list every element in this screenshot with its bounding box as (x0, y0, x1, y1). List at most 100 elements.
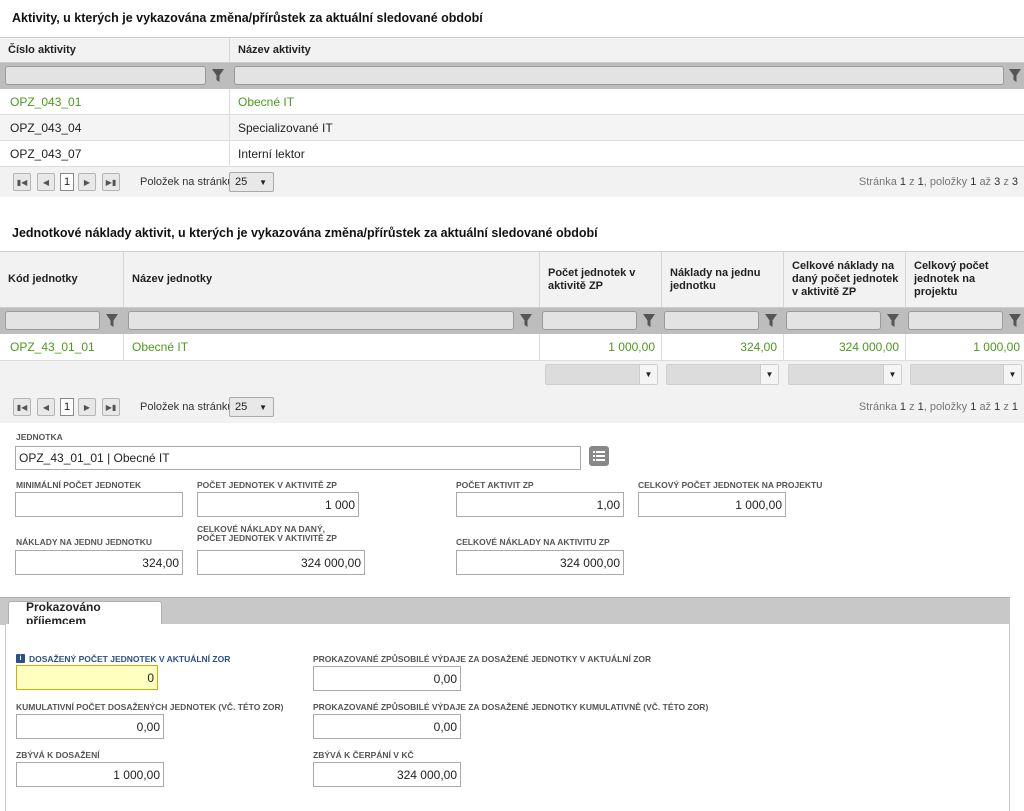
filter-unit-cost[interactable] (664, 311, 759, 330)
activity-name: Interní lektor (238, 146, 305, 161)
activity-code: OPZ_043_04 (0, 115, 230, 140)
filter-activity-name[interactable] (234, 66, 1004, 85)
filter-icon[interactable] (211, 68, 225, 84)
col-unit-code[interactable]: Kód jednotky (0, 252, 124, 307)
units-header: Kód jednotky Název jednotky Počet jednot… (0, 251, 1024, 308)
next-page-icon[interactable]: ▶ (78, 398, 96, 416)
unit-total-cost: 324 000,00 (784, 334, 906, 360)
filter-icon[interactable] (105, 313, 119, 329)
first-page-icon[interactable]: ▮◀ (13, 398, 31, 416)
activities-pager: ▮◀ ◀ 1 ▶ ▶▮ Položek na stránku 25 ▼ Strán… (0, 167, 1024, 197)
filter-icon[interactable] (1008, 68, 1022, 84)
proven-cumulative-field[interactable]: 0,00 (313, 714, 461, 739)
activity-code: OPZ_043_01 (0, 89, 230, 114)
count-in-activity-field[interactable]: 1 000 (197, 492, 359, 517)
table-row[interactable]: OPZ_043_07 Interní lektor (0, 141, 1024, 167)
filter-unit-code[interactable] (5, 311, 100, 330)
prev-page-icon[interactable]: ◀ (37, 398, 55, 416)
summary-total-select[interactable]: ▼ (788, 364, 902, 385)
col-unit-name[interactable]: Název jednotky (124, 252, 540, 307)
filter-unit-count[interactable] (542, 311, 637, 330)
prev-page-icon[interactable]: ◀ (37, 173, 55, 191)
tab-prokazovano[interactable]: Prokazováno příjemcem (8, 600, 162, 628)
remaining-label: Zbývá k dosažení (16, 750, 100, 760)
unit-code: OPZ_43_01_01 (0, 334, 124, 360)
col-activity-number[interactable]: Číslo aktivity (0, 38, 230, 62)
per-page-label: Položek na stránku (140, 401, 234, 413)
filter-activity-number[interactable] (5, 66, 206, 85)
proven-field[interactable]: 0,00 (313, 666, 461, 691)
col-unit-cost[interactable]: Náklady na jednu jednotku (662, 252, 784, 307)
table-row[interactable]: OPZ_043_04 Specializované IT (0, 115, 1024, 141)
filter-icon[interactable] (1008, 313, 1022, 329)
next-page-icon[interactable]: ▶ (78, 173, 96, 191)
units-filter-row (0, 308, 1024, 334)
last-page-icon[interactable]: ▶▮ (102, 173, 120, 191)
table-row[interactable]: OPZ_43_01_01 Obecné IT 1 000,00 324,00 3… (0, 334, 1024, 361)
achieved-field[interactable]: 0 (16, 665, 158, 690)
unit-count: 1 000,00 (540, 334, 662, 360)
unit-cost-field[interactable]: 324,00 (15, 550, 183, 575)
per-page-label: Položek na stránku (140, 176, 234, 188)
activity-cost-label: Celkové náklady na aktivitu ZP (456, 537, 610, 547)
unit-label: Jednotka (16, 432, 63, 442)
chevron-down-icon: ▼ (1003, 365, 1021, 384)
info-icon[interactable]: i (16, 654, 25, 663)
activity-count-field[interactable]: 1,00 (456, 492, 624, 517)
remaining-field[interactable]: 1 000,00 (16, 762, 164, 787)
total-cost-field[interactable]: 324 000,00 (197, 550, 365, 575)
achieved-label: Dosažený počet jednotek v aktuální ZOR (29, 654, 231, 664)
proven-cumulative-label: Prokazované způsobilé výdaje za dosažené… (313, 702, 709, 712)
current-page[interactable]: 1 (60, 173, 74, 191)
project-total-field[interactable]: 1 000,00 (638, 492, 786, 517)
unit-cost: 324,00 (662, 334, 784, 360)
col-unit-count[interactable]: Počet jednotek v aktivitě ZP (540, 252, 662, 307)
pager-info: Stránka 1 z 1, položky 1 až 3 z 3 (858, 176, 1018, 188)
activities-title: Aktivity, u kterých je vykazována změna/… (12, 11, 483, 25)
table-row[interactable]: OPZ_043_01 Obecné IT (0, 89, 1024, 115)
activity-name: Specializované IT (238, 120, 333, 135)
activities-filter-row (0, 63, 1024, 89)
summary-count-select[interactable]: ▼ (545, 364, 658, 385)
filter-icon[interactable] (886, 313, 900, 329)
units-summary-row: ▼ ▼ ▼ ▼ (0, 361, 1024, 391)
summary-cost-select[interactable]: ▼ (666, 364, 779, 385)
filter-icon[interactable] (764, 313, 778, 329)
filter-icon[interactable] (642, 313, 656, 329)
filter-project-total[interactable] (908, 311, 1003, 330)
remaining-draw-field[interactable]: 324 000,00 (313, 762, 461, 787)
first-page-icon[interactable]: ▮◀ (13, 173, 31, 191)
chevron-down-icon: ▼ (760, 365, 778, 384)
unit-cost-label: Náklady na jednu jednotku (16, 537, 153, 547)
activity-name: Obecné IT (238, 94, 295, 109)
activity-cost-field[interactable]: 324 000,00 (456, 550, 624, 575)
unit-field[interactable]: OPZ_43_01_01 | Obecné IT (15, 446, 581, 470)
proven-label: Prokazované způsobilé výdaje za dosažené… (313, 654, 652, 664)
filter-total-cost[interactable] (786, 311, 881, 330)
units-title: Jednotkové náklady aktivit, u kterých je… (12, 226, 598, 240)
per-page-select[interactable]: 25 ▼ (229, 172, 274, 192)
summary-project-select[interactable]: ▼ (910, 364, 1022, 385)
filter-unit-name[interactable] (128, 311, 514, 330)
current-page[interactable]: 1 (60, 398, 74, 416)
chevron-down-icon: ▼ (259, 178, 267, 187)
min-count-label: Minimální počet jednotek (16, 480, 142, 490)
per-page-select[interactable]: 25 ▼ (229, 397, 274, 417)
cumulative-field[interactable]: 0,00 (16, 714, 164, 739)
col-project-total[interactable]: Celkový počet jednotek na projektu (906, 252, 1024, 307)
unit-name: Obecné IT (124, 334, 540, 360)
unit-project-total: 1 000,00 (973, 340, 1020, 354)
pager-info: Stránka 1 z 1, položky 1 až 1 z 1 (858, 401, 1018, 413)
activities-header: Číslo aktivity Název aktivity (0, 37, 1024, 63)
total-cost-label-2: počet jednotek v aktivitě ZP (197, 533, 337, 543)
col-activity-name[interactable]: Název aktivity (230, 38, 1024, 62)
list-icon[interactable] (589, 446, 609, 466)
chevron-down-icon: ▼ (639, 365, 657, 384)
units-pager: ▮◀ ◀ 1 ▶ ▶▮ Položek na stránku 25 ▼ Strán… (0, 391, 1024, 423)
filter-icon[interactable] (519, 313, 533, 329)
activity-code: OPZ_043_07 (0, 141, 230, 166)
last-page-icon[interactable]: ▶▮ (102, 398, 120, 416)
activity-count-label: Počet aktivit ZP (456, 480, 534, 490)
col-total-cost[interactable]: Celkové náklady na daný počet jednotek v… (784, 252, 906, 307)
min-count-field[interactable] (15, 492, 183, 517)
